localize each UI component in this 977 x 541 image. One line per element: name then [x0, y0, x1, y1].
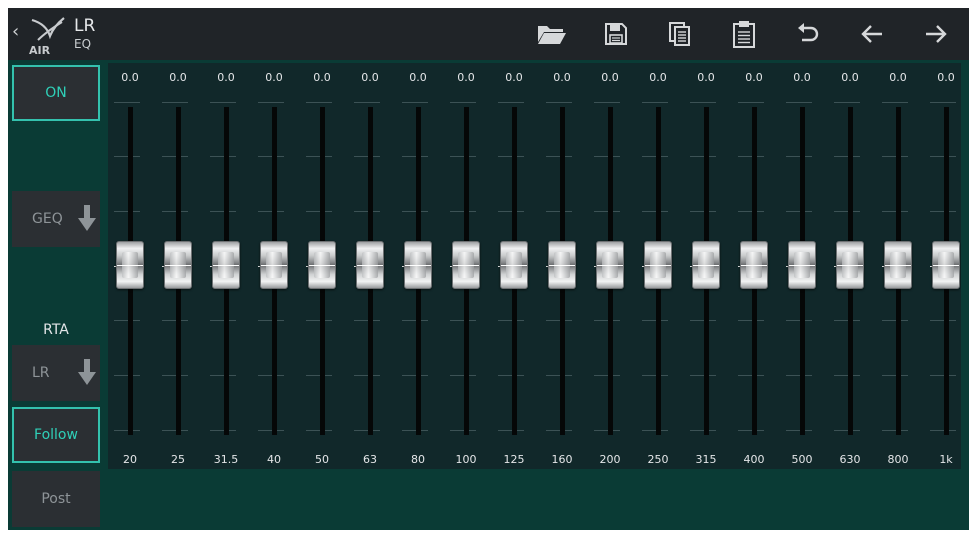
- back-chevron-icon[interactable]: ‹: [12, 22, 19, 42]
- band-frequency-label: 100: [455, 453, 477, 466]
- fader-knob[interactable]: [308, 241, 336, 289]
- top-toolbar: ‹ AIR LR EQ: [8, 8, 969, 60]
- eq-on-button[interactable]: ON: [12, 65, 100, 121]
- fader-knob[interactable]: [788, 241, 816, 289]
- page-subtitle: EQ: [74, 37, 92, 51]
- band-frequency-label: 400: [743, 453, 765, 466]
- fader-knob[interactable]: [164, 241, 192, 289]
- band-frequency-label: 160: [551, 453, 573, 466]
- rta-follow-button[interactable]: Follow: [12, 407, 100, 463]
- graphic-eq-panel: 0.0 20 0.0 25 0.0 31.5 0.0 40 0.0 50 0.0 63 0.0 80 0.0…: [108, 63, 961, 469]
- band-gain-value: 0.0: [121, 71, 139, 84]
- fader-knob[interactable]: [404, 241, 432, 289]
- arrow-down-icon: [78, 205, 96, 231]
- save-icon: [605, 23, 627, 45]
- rta-label: RTA: [43, 322, 69, 338]
- fader-knob[interactable]: [932, 241, 960, 289]
- rta-post-button[interactable]: Post: [12, 471, 100, 527]
- band-frequency-label: 500: [791, 453, 813, 466]
- band-frequency-label: 315: [695, 453, 717, 466]
- paste-icon: [733, 21, 755, 48]
- band-gain-value: 0.0: [553, 71, 571, 84]
- channel-title: LR: [74, 16, 96, 36]
- fader-knob[interactable]: [836, 241, 864, 289]
- band-frequency-label: 40: [267, 453, 281, 466]
- band-gain-value: 0.0: [505, 71, 523, 84]
- band-gain-value: 0.0: [169, 71, 187, 84]
- band-gain-value: 0.0: [649, 71, 667, 84]
- next-button[interactable]: [916, 16, 956, 52]
- rta-source-dropdown[interactable]: LR: [12, 345, 100, 401]
- undo-button[interactable]: [788, 16, 828, 52]
- fader-knob[interactable]: [500, 241, 528, 289]
- band-gain-value: 0.0: [601, 71, 619, 84]
- x-air-logo: AIR: [29, 17, 65, 56]
- band-gain-value: 0.0: [457, 71, 475, 84]
- fader-knob[interactable]: [452, 241, 480, 289]
- fader-knob[interactable]: [884, 241, 912, 289]
- band-gain-value: 0.0: [313, 71, 331, 84]
- band-frequency-label: 125: [503, 453, 525, 466]
- eq-on-label: ON: [45, 85, 67, 101]
- previous-button[interactable]: [852, 16, 892, 52]
- fader-knob[interactable]: [740, 241, 768, 289]
- band-gain-value: 0.0: [745, 71, 763, 84]
- rta-follow-label: Follow: [34, 427, 78, 443]
- band-gain-value: 0.0: [217, 71, 235, 84]
- open-folder-button[interactable]: [532, 16, 572, 52]
- band-frequency-label: 630: [839, 453, 861, 466]
- band-gain-value: 0.0: [889, 71, 907, 84]
- band-frequency-label: 31.5: [213, 453, 239, 466]
- band-gain-value: 0.0: [361, 71, 379, 84]
- fader-knob[interactable]: [356, 241, 384, 289]
- undo-icon: [798, 23, 819, 42]
- arrow-down-icon: [78, 359, 96, 385]
- fader-knob[interactable]: [116, 241, 144, 289]
- band-frequency-label: 50: [315, 453, 329, 466]
- band-gain-value: 0.0: [409, 71, 427, 84]
- copy-icon: [669, 22, 690, 46]
- open-folder-icon: [538, 26, 566, 44]
- band-gain-value: 0.0: [793, 71, 811, 84]
- app-window: ‹ AIR LR EQ ON GEQ RTA LR Follow Post 0.…: [8, 8, 969, 530]
- arrow-left-icon: [861, 25, 882, 43]
- fader-knob[interactable]: [596, 241, 624, 289]
- save-button[interactable]: [596, 16, 636, 52]
- eq-type-label: GEQ: [32, 211, 63, 227]
- fader-knob[interactable]: [692, 241, 720, 289]
- eq-type-dropdown[interactable]: GEQ: [12, 191, 100, 247]
- fader-knob[interactable]: [548, 241, 576, 289]
- band-frequency-label: 200: [599, 453, 621, 466]
- fader-knob[interactable]: [212, 241, 240, 289]
- rta-post-label: Post: [41, 491, 71, 507]
- band-gain-value: 0.0: [697, 71, 715, 84]
- band-frequency-label: 63: [363, 453, 377, 466]
- band-frequency-label: 1k: [939, 453, 953, 466]
- paste-button[interactable]: [724, 16, 764, 52]
- band-gain-value: 0.0: [937, 71, 955, 84]
- band-gain-value: 0.0: [265, 71, 283, 84]
- logo-text: AIR: [29, 44, 51, 56]
- band-gain-value: 0.0: [841, 71, 859, 84]
- copy-button[interactable]: [660, 16, 700, 52]
- band-frequency-label: 250: [647, 453, 669, 466]
- band-frequency-label: 25: [171, 453, 185, 466]
- arrow-right-icon: [926, 25, 947, 43]
- fader-knob[interactable]: [644, 241, 672, 289]
- band-frequency-label: 20: [123, 453, 137, 466]
- fader-knob[interactable]: [260, 241, 288, 289]
- band-frequency-label: 80: [411, 453, 425, 466]
- rta-source-label: LR: [32, 365, 50, 381]
- band-frequency-label: 800: [887, 453, 909, 466]
